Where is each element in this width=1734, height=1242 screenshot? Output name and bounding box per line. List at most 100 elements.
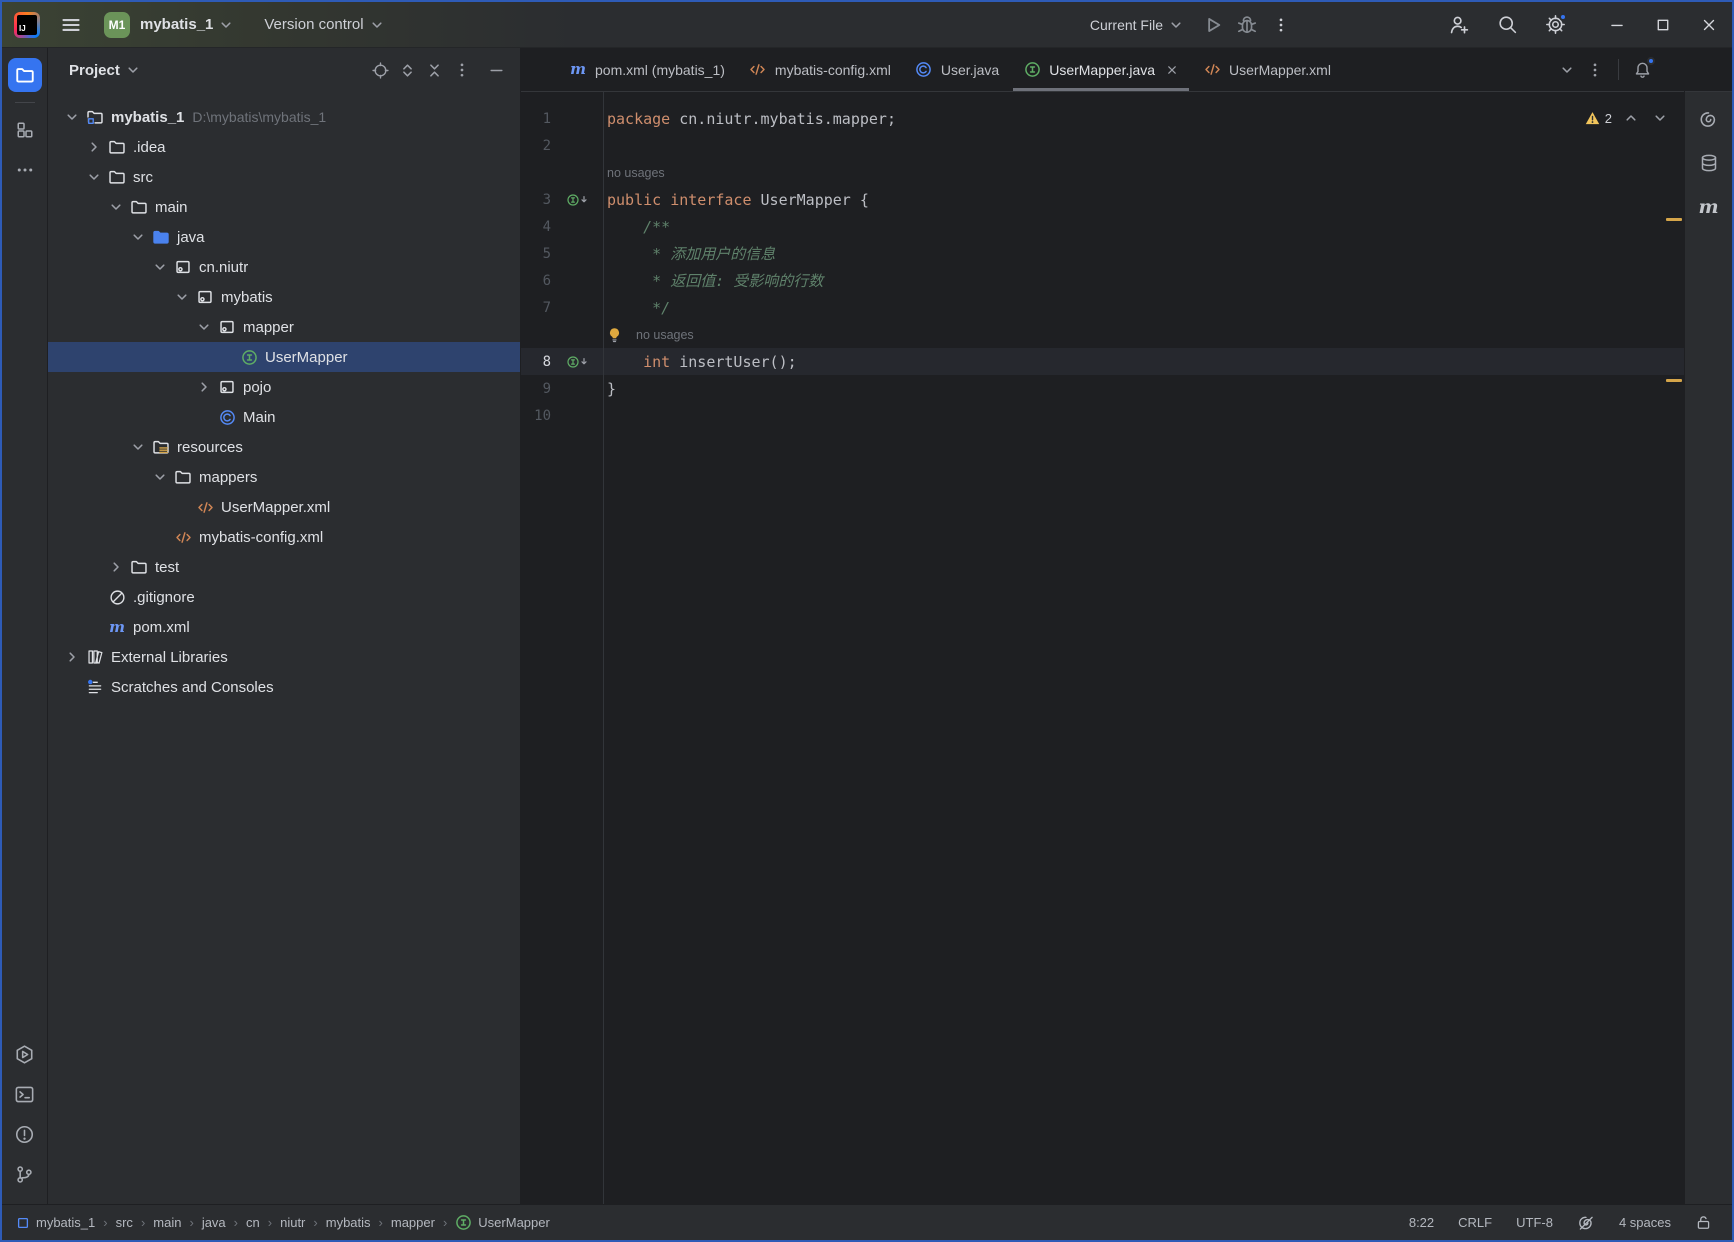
chevron-down-icon[interactable]: [174, 289, 190, 305]
tree-item-mybatis-1[interactable]: mybatis_1D:\mybatis\mybatis_1: [48, 102, 520, 132]
code-text[interactable]: * 添加用户的信息: [603, 243, 775, 264]
project-badge[interactable]: M1: [104, 12, 130, 38]
tree-item-resources[interactable]: resources: [48, 432, 520, 462]
vcs-widget[interactable]: Version control: [264, 16, 363, 33]
chevron-down-icon[interactable]: [152, 469, 168, 485]
settings-gear-icon[interactable]: [1540, 10, 1570, 40]
code-text[interactable]: */: [603, 299, 670, 317]
code-text[interactable]: * 返回值: 受影响的行数: [603, 270, 823, 291]
project-chevron-down-icon[interactable]: [218, 17, 234, 33]
code-text[interactable]: int insertUser();: [603, 353, 797, 371]
select-opened-file-icon[interactable]: [367, 57, 394, 83]
intention-bulb-icon[interactable]: [607, 327, 623, 343]
file-encoding[interactable]: UTF-8: [1516, 1215, 1553, 1230]
structure-tool-window[interactable]: [8, 113, 42, 147]
chevron-down-icon[interactable]: [64, 109, 80, 125]
gutter-cell[interactable]: [521, 159, 603, 186]
gutter-cell[interactable]: 5: [521, 240, 603, 267]
notifications-bell-icon[interactable]: [1628, 56, 1656, 84]
caret-position[interactable]: 8:22: [1409, 1215, 1434, 1230]
collapse-all-icon[interactable]: [421, 57, 448, 83]
ai-assistant-status-icon[interactable]: [1577, 1214, 1595, 1232]
line-separator[interactable]: CRLF: [1458, 1215, 1492, 1230]
chevron-down-icon[interactable]: [196, 319, 212, 335]
implementation-gutter-icon[interactable]: [567, 193, 593, 207]
scrollbar-warning-mark[interactable]: [1666, 379, 1682, 382]
prev-warning-icon[interactable]: [1621, 105, 1641, 131]
vcs-chevron-down-icon[interactable]: [369, 17, 385, 33]
tab-user-java[interactable]: User.java: [903, 48, 1011, 91]
tree-item-mappers[interactable]: mappers: [48, 462, 520, 492]
breadcrumb-mybatis-1[interactable]: mybatis_1: [16, 1215, 95, 1230]
git-tool-window[interactable]: [8, 1157, 42, 1191]
debug-button[interactable]: [1232, 10, 1262, 40]
usages-inlay-hint[interactable]: no usages: [636, 328, 694, 342]
tree-item-scratches-and-consoles[interactable]: Scratches and Consoles: [48, 672, 520, 702]
gutter-cell[interactable]: 2: [521, 132, 603, 159]
breadcrumb-usermapper[interactable]: UserMapper: [455, 1214, 550, 1231]
problems-tool-window[interactable]: [8, 1117, 42, 1151]
tree-item-main[interactable]: Main: [48, 402, 520, 432]
indent-setting[interactable]: 4 spaces: [1619, 1215, 1671, 1230]
tree-item-java[interactable]: java: [48, 222, 520, 252]
tree-item-test[interactable]: test: [48, 552, 520, 582]
breadcrumb-main[interactable]: main: [153, 1215, 181, 1230]
gutter-cell[interactable]: 10: [521, 402, 603, 429]
gutter-cell[interactable]: 3: [521, 186, 603, 213]
tab-close-icon[interactable]: [1165, 63, 1179, 77]
tree-item-cn-niutr[interactable]: cn.niutr: [48, 252, 520, 282]
tab-pom-xml-mybatis-1[interactable]: mpom.xml (mybatis_1): [557, 48, 737, 91]
breadcrumb-cn[interactable]: cn: [246, 1215, 260, 1230]
database-tool-window[interactable]: [1692, 146, 1726, 180]
gutter-cell[interactable]: 8: [521, 348, 603, 375]
unlock-icon[interactable]: [1695, 1214, 1712, 1231]
chevron-down-icon[interactable]: [130, 439, 146, 455]
tree-item-gitignore[interactable]: .gitignore: [48, 582, 520, 612]
breadcrumb-niutr[interactable]: niutr: [280, 1215, 305, 1230]
gutter-cell[interactable]: 1: [521, 105, 603, 132]
code-with-me-icon[interactable]: [1444, 10, 1474, 40]
expand-all-icon[interactable]: [394, 57, 421, 83]
tree-item-mybatis-config-xml[interactable]: mybatis-config.xml: [48, 522, 520, 552]
more-tool-windows[interactable]: [8, 153, 42, 187]
gutter-cell[interactable]: 6: [521, 267, 603, 294]
code-text[interactable]: /**: [603, 218, 670, 236]
tab-usermapper-java[interactable]: UserMapper.java: [1011, 48, 1191, 91]
tree-item-idea[interactable]: .idea: [48, 132, 520, 162]
window-maximize-button[interactable]: [1640, 3, 1686, 47]
chevron-down-icon[interactable]: [152, 259, 168, 275]
tree-item-pojo[interactable]: pojo: [48, 372, 520, 402]
tree-item-pom-xml[interactable]: mpom.xml: [48, 612, 520, 642]
gutter-cell[interactable]: [521, 321, 603, 348]
search-everywhere-icon[interactable]: [1492, 10, 1522, 40]
ai-assistant-tool-window[interactable]: [1692, 102, 1726, 136]
implementation-gutter-icon[interactable]: [567, 355, 593, 369]
project-view-chevron-down-icon[interactable]: [125, 62, 141, 78]
more-actions-icon[interactable]: [1266, 10, 1296, 40]
editor-body[interactable]: 1package cn.niutr.mybatis.mapper;2no usa…: [521, 92, 1684, 1204]
code-text[interactable]: public interface UserMapper {: [603, 191, 869, 209]
gutter-cell[interactable]: 4: [521, 213, 603, 240]
services-tool-window[interactable]: [8, 1037, 42, 1071]
breadcrumb-java[interactable]: java: [202, 1215, 226, 1230]
project-name[interactable]: mybatis_1: [140, 16, 213, 33]
terminal-tool-window[interactable]: [8, 1077, 42, 1111]
breadcrumb-mybatis[interactable]: mybatis: [326, 1215, 371, 1230]
tree-item-mapper[interactable]: mapper: [48, 312, 520, 342]
code-text[interactable]: no usages: [603, 166, 665, 180]
chevron-down-icon[interactable]: [130, 229, 146, 245]
chevron-right-icon[interactable]: [86, 139, 102, 155]
maven-tool-window[interactable]: m: [1692, 190, 1726, 224]
tab-mybatis-config-xml[interactable]: mybatis-config.xml: [737, 48, 903, 91]
tree-item-main[interactable]: main: [48, 192, 520, 222]
tree-item-src[interactable]: src: [48, 162, 520, 192]
run-config-chevron-down-icon[interactable]: [1168, 17, 1184, 33]
breadcrumb-src[interactable]: src: [116, 1215, 133, 1230]
usages-inlay-hint[interactable]: no usages: [607, 166, 665, 180]
chevron-right-icon[interactable]: [64, 649, 80, 665]
main-menu-icon[interactable]: [56, 10, 86, 40]
inspections-widget[interactable]: 2: [1585, 105, 1670, 131]
project-tool-window[interactable]: [8, 58, 42, 92]
chevron-down-icon[interactable]: [86, 169, 102, 185]
hidden-tabs-chevron-down-icon[interactable]: [1553, 56, 1581, 84]
